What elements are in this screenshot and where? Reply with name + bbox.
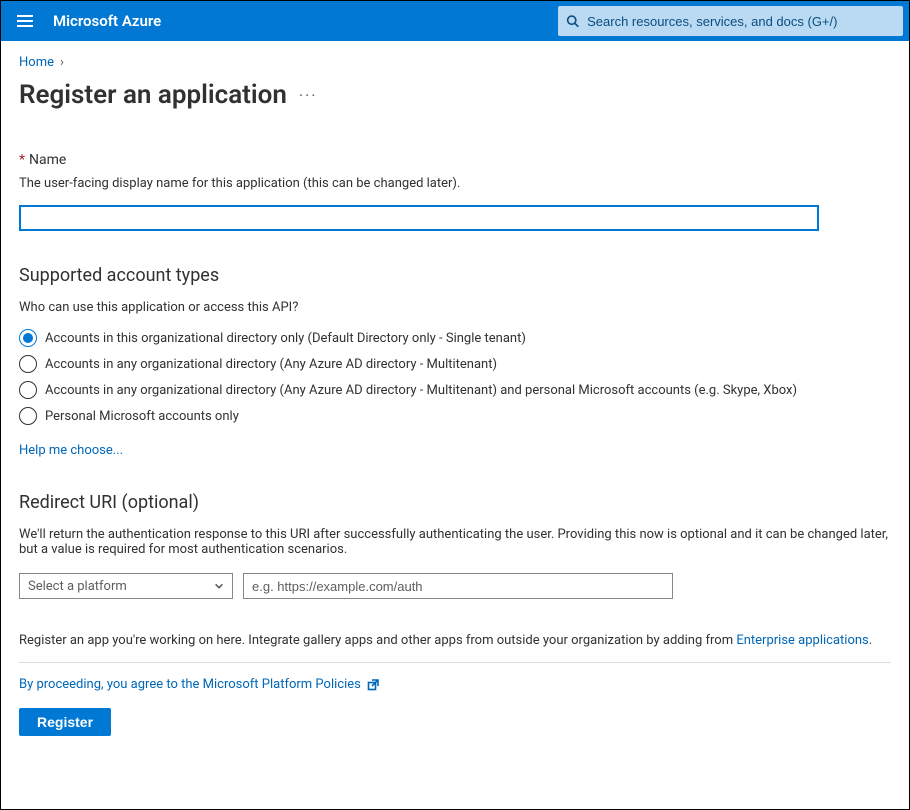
redirect-uri-input[interactable] bbox=[243, 573, 673, 599]
radio-icon bbox=[19, 355, 37, 373]
divider bbox=[19, 662, 891, 663]
help-me-choose-link[interactable]: Help me choose... bbox=[19, 443, 123, 458]
required-star: * bbox=[19, 152, 25, 168]
global-search[interactable] bbox=[558, 6, 903, 36]
chevron-right-icon: › bbox=[60, 55, 64, 70]
name-desc: The user-facing display name for this ap… bbox=[19, 176, 891, 191]
radio-icon bbox=[19, 329, 37, 347]
account-type-option[interactable]: Accounts in this organizational director… bbox=[19, 329, 891, 347]
hamburger-icon bbox=[17, 13, 33, 29]
platform-select[interactable]: Select a platform bbox=[19, 573, 233, 599]
redirect-title: Redirect URI (optional) bbox=[19, 492, 891, 513]
account-type-option[interactable]: Accounts in any organizational directory… bbox=[19, 355, 891, 373]
radio-icon bbox=[19, 407, 37, 425]
register-button[interactable]: Register bbox=[19, 708, 111, 736]
breadcrumb-home[interactable]: Home bbox=[19, 55, 54, 70]
accounts-title: Supported account types bbox=[19, 265, 891, 286]
radio-label: Accounts in any organizational directory… bbox=[45, 357, 497, 372]
page-title: Register an application bbox=[19, 80, 287, 110]
account-type-option[interactable]: Accounts in any organizational directory… bbox=[19, 381, 891, 399]
redirect-desc: We'll return the authentication response… bbox=[19, 527, 891, 557]
radio-label: Personal Microsoft accounts only bbox=[45, 409, 239, 424]
external-link-icon bbox=[367, 679, 379, 691]
enterprise-applications-link[interactable]: Enterprise applications bbox=[736, 633, 868, 648]
radio-icon bbox=[19, 381, 37, 399]
platform-policies-link[interactable]: By proceeding, you agree to the Microsof… bbox=[19, 677, 361, 692]
platform-select-value: Select a platform bbox=[28, 579, 127, 594]
accounts-radio-group: Accounts in this organizational director… bbox=[19, 329, 891, 425]
global-search-input[interactable] bbox=[587, 14, 895, 29]
gallery-note: Register an app you're working on here. … bbox=[19, 633, 891, 648]
accounts-desc: Who can use this application or access t… bbox=[19, 300, 891, 315]
more-actions-button[interactable]: ··· bbox=[299, 86, 318, 105]
hamburger-menu-button[interactable] bbox=[1, 1, 49, 41]
search-icon bbox=[566, 14, 579, 28]
brand-label: Microsoft Azure bbox=[49, 12, 161, 30]
account-type-option[interactable]: Personal Microsoft accounts only bbox=[19, 407, 891, 425]
radio-label: Accounts in this organizational director… bbox=[45, 331, 526, 346]
chevron-down-icon bbox=[214, 581, 224, 591]
name-input[interactable] bbox=[19, 205, 819, 231]
breadcrumb: Home › bbox=[19, 55, 891, 70]
top-bar: Microsoft Azure bbox=[1, 1, 909, 41]
name-label: *Name bbox=[19, 152, 891, 168]
radio-label: Accounts in any organizational directory… bbox=[45, 383, 797, 398]
